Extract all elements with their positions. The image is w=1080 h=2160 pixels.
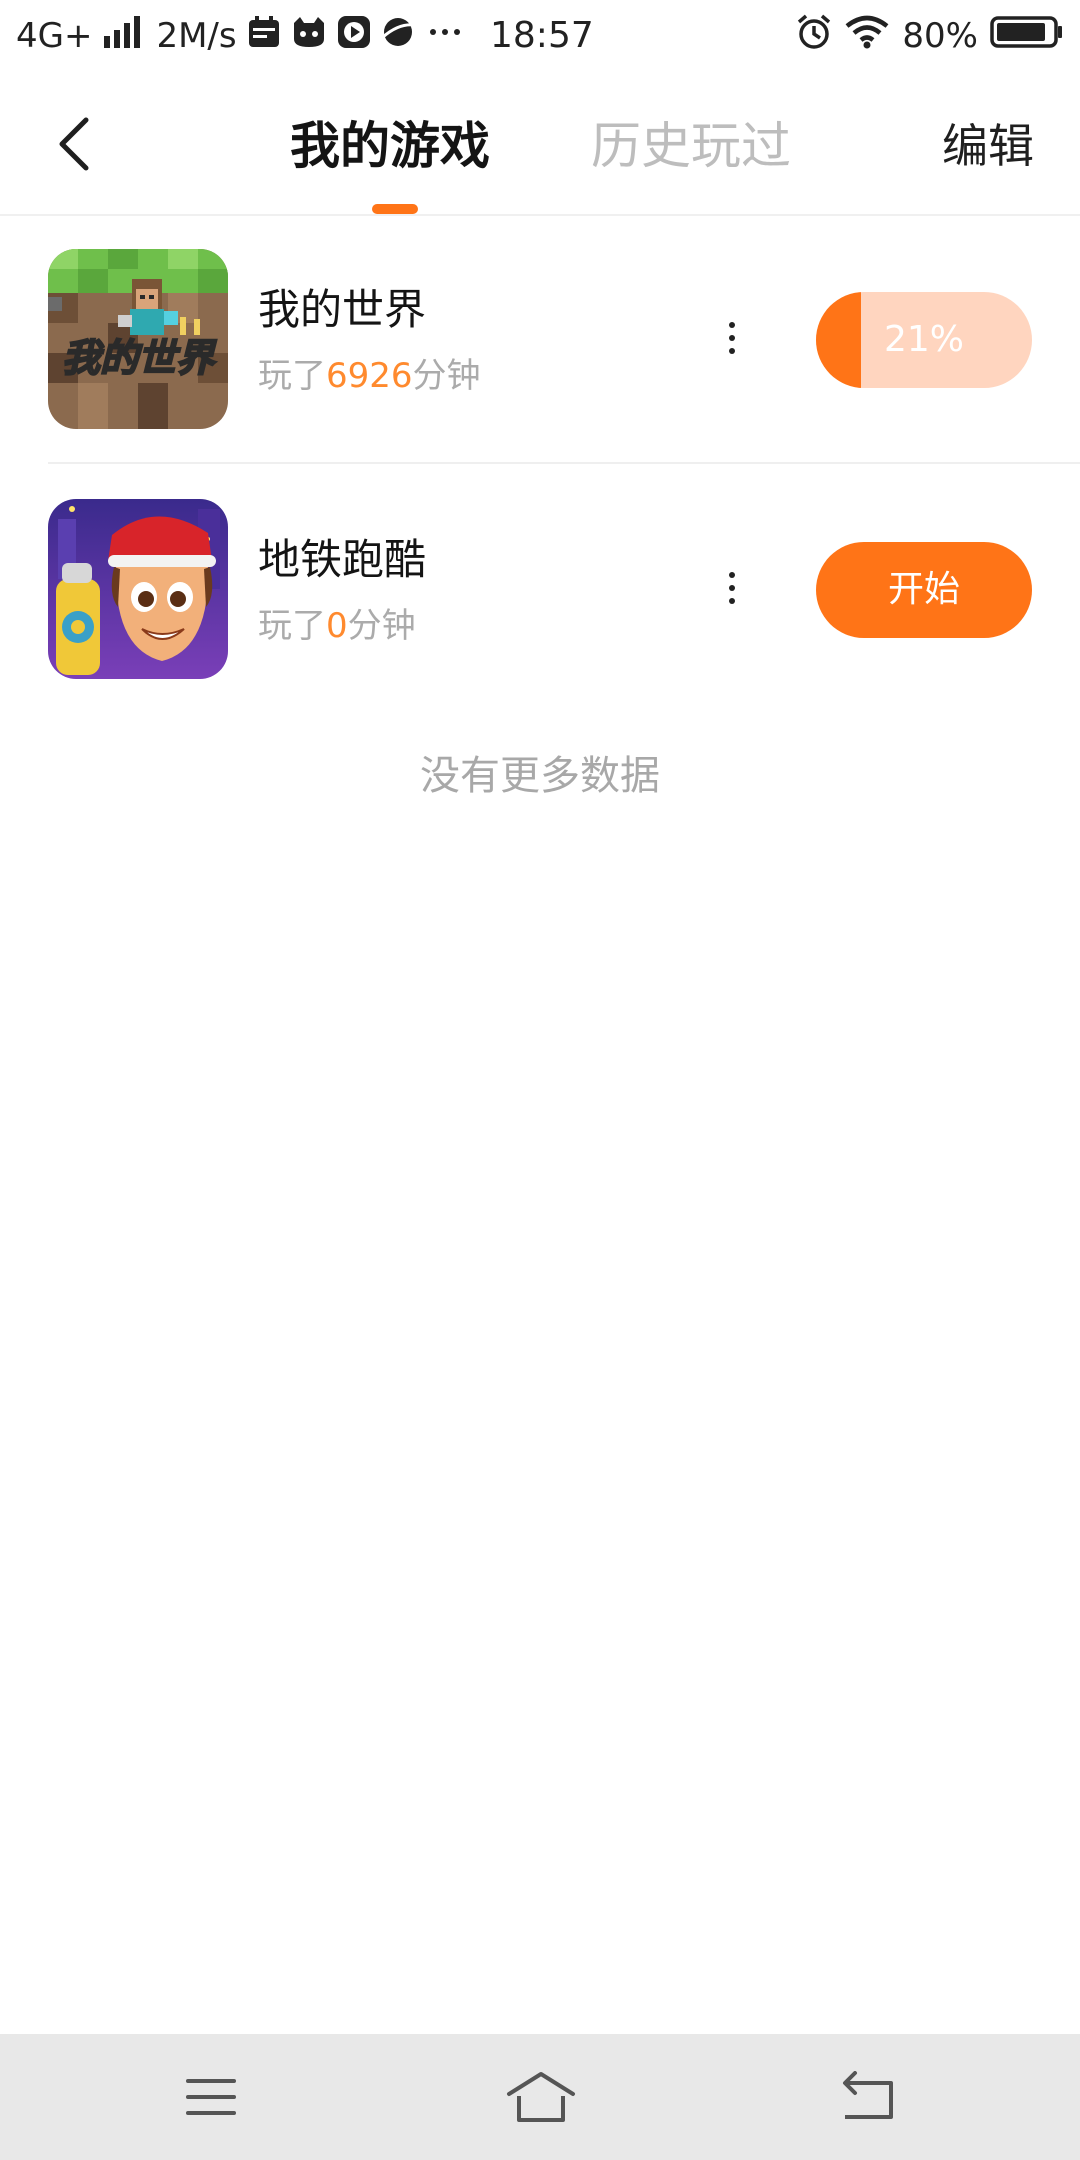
battery-icon	[990, 15, 1064, 58]
system-back-button[interactable]	[824, 2062, 914, 2132]
system-nav-bar	[0, 2034, 1080, 2160]
game-playtime: 玩了0分钟	[258, 604, 416, 648]
more-dot	[729, 572, 735, 578]
back-icon	[843, 2071, 893, 2119]
more-dot	[729, 348, 735, 354]
battery-percent: 80%	[902, 16, 978, 56]
more-dot	[729, 335, 735, 341]
game-row[interactable]: 地铁跑酷 玩了0分钟 开始	[0, 464, 1080, 712]
more-options-button[interactable]	[710, 308, 754, 368]
playtime-prefix: 玩了	[258, 356, 326, 396]
play-app-icon	[337, 15, 371, 58]
game-name: 我的世界	[258, 285, 427, 334]
game-playtime: 玩了6926分钟	[258, 354, 481, 398]
more-dots-icon	[427, 15, 463, 58]
chevron-left-icon	[59, 117, 89, 171]
more-dot	[729, 322, 735, 328]
minecraft-logo-text: 我的世界	[62, 336, 217, 380]
network-type: 4G+	[16, 16, 93, 56]
wifi-icon	[844, 14, 890, 59]
status-bar: 4G+ 2M/s 18:57 80%	[0, 0, 1080, 72]
signal-icon	[102, 14, 146, 59]
home-button[interactable]	[496, 2062, 586, 2132]
progress-text: 21%	[883, 319, 964, 360]
more-dot	[729, 585, 735, 591]
playtime-prefix: 玩了	[258, 606, 326, 646]
edit-button[interactable]: 编辑	[942, 112, 1034, 180]
tab-history[interactable]: 历史玩过	[591, 112, 791, 180]
tab-my-games[interactable]: 我的游戏	[290, 112, 490, 180]
calendar-icon	[247, 15, 281, 58]
browser-app-icon	[381, 15, 417, 58]
status-time: 18:57	[490, 15, 594, 56]
top-nav: 我的游戏 历史玩过 编辑	[0, 72, 1080, 216]
home-icon	[507, 2072, 575, 2122]
alarm-icon	[796, 14, 832, 59]
tab-indicator	[372, 204, 418, 214]
status-right: 80%	[796, 14, 1064, 58]
no-more-data-text: 没有更多数据	[420, 753, 660, 799]
menu-icon	[186, 2079, 236, 2115]
playtime-minutes: 6926	[326, 356, 413, 396]
download-progress-button[interactable]: 21%	[816, 292, 1032, 388]
playtime-minutes: 0	[326, 606, 348, 646]
minecraft-icon[interactable]: 我的世界	[48, 249, 228, 429]
back-button[interactable]	[44, 112, 104, 176]
more-dot	[729, 598, 735, 604]
cat-app-icon	[291, 15, 327, 58]
more-options-button[interactable]	[710, 558, 754, 618]
game-name: 地铁跑酷	[258, 535, 427, 584]
start-button[interactable]: 开始	[816, 542, 1032, 638]
status-left: 4G+ 2M/s	[16, 14, 463, 58]
subway-surfers-icon[interactable]	[48, 499, 228, 679]
network-speed: 2M/s	[156, 16, 237, 56]
screen: 4G+ 2M/s 18:57 80% 我的游戏 历史玩过 编辑 我的世界 我的世…	[0, 0, 1080, 2160]
playtime-suffix: 分钟	[412, 356, 481, 396]
playtime-suffix: 分钟	[347, 606, 416, 646]
menu-button[interactable]	[166, 2062, 256, 2132]
game-row[interactable]: 我的世界 我的世界 玩了6926分钟 21%	[0, 214, 1080, 462]
